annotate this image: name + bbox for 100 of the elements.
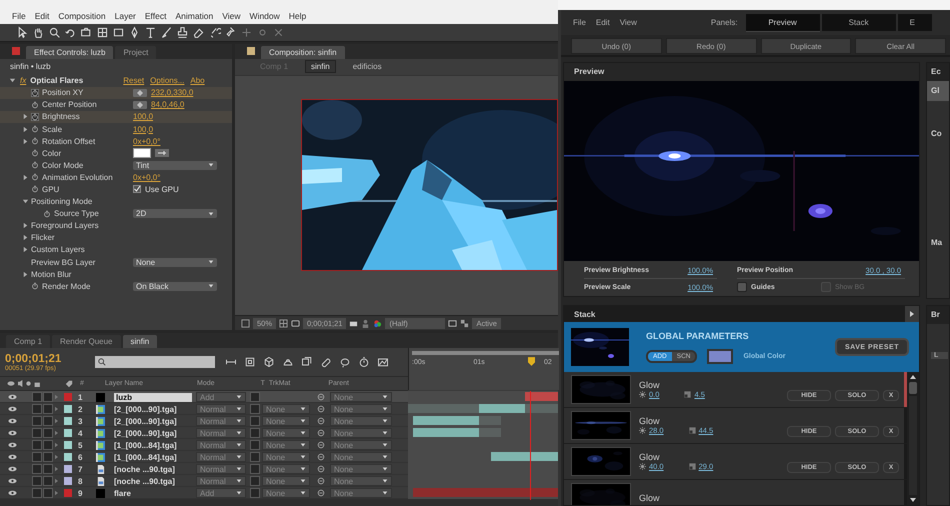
switch-box[interactable]	[32, 428, 42, 438]
layer-row[interactable]: 3 [2_[000...90].tga] Normal None None	[0, 415, 558, 428]
pick-whip-icon[interactable]	[317, 477, 325, 486]
switch-box[interactable]	[43, 476, 53, 486]
label-color[interactable]	[64, 477, 72, 486]
eye-icon[interactable]	[8, 430, 17, 436]
pick-whip-icon[interactable]	[317, 453, 325, 462]
dropdown[interactable]: 2D	[133, 209, 217, 218]
switch-box[interactable]	[43, 404, 53, 414]
layer-row[interactable]: 1 luzb Add None	[0, 391, 558, 404]
effect-link[interactable]: Options...	[150, 76, 184, 86]
timeline-tab[interactable]: Comp 1	[6, 335, 50, 348]
layer-row[interactable]: 7 [noche ...90.tga] Normal None None	[0, 463, 558, 476]
text-tool-icon[interactable]	[144, 26, 157, 39]
pick-whip-icon[interactable]	[317, 405, 325, 414]
eye-icon[interactable]	[8, 478, 17, 484]
label-color[interactable]	[64, 453, 72, 462]
property-value[interactable]: 84,0,46,0	[151, 100, 184, 110]
panel-tab[interactable]: Preview	[746, 14, 820, 32]
color-swatch[interactable]	[133, 148, 151, 158]
switch-box[interactable]	[32, 440, 42, 450]
label-color[interactable]	[64, 441, 72, 450]
layer-duration-bar[interactable]	[478, 428, 501, 438]
panel-tab[interactable]: Composition: sinfin	[261, 46, 345, 59]
pick-whip-icon[interactable]	[317, 417, 325, 426]
menu-item[interactable]: View	[222, 10, 241, 21]
property-value[interactable]: 0x+0,0°	[133, 136, 160, 146]
stamp-icon[interactable]	[176, 26, 189, 39]
twirl-triangle-icon[interactable]	[22, 246, 29, 254]
layer-row[interactable]: 5 [1_[000...84].tga] Normal None None	[0, 439, 558, 452]
pick-whip-icon[interactable]	[317, 441, 325, 450]
dropdown[interactable]: Tint	[133, 160, 217, 170]
brush-icon[interactable]	[160, 26, 173, 39]
transparency-grid-icon[interactable]	[460, 318, 470, 328]
switch-box[interactable]	[43, 416, 53, 426]
menu-item[interactable]: File	[12, 10, 26, 21]
selection-arrow-icon[interactable]	[16, 26, 29, 39]
panel-tab[interactable]: Project	[115, 46, 156, 59]
crosshair-button[interactable]	[133, 88, 147, 97]
label-color[interactable]	[64, 405, 72, 414]
twirl-triangle-icon[interactable]	[22, 138, 29, 145]
graph-editor-icon[interactable]	[377, 356, 389, 368]
eye-icon[interactable]	[8, 394, 17, 400]
layer-duration-bar[interactable]	[478, 404, 525, 414]
dropdown[interactable]: None	[133, 258, 217, 267]
scroll-thumb[interactable]	[909, 382, 917, 394]
switch-box[interactable]	[43, 464, 53, 474]
scroll-up-icon[interactable]	[909, 374, 917, 380]
menu-item[interactable]: Window	[250, 10, 280, 21]
checkbox[interactable]	[133, 185, 141, 194]
layer-duration-bar[interactable]	[412, 416, 478, 426]
eye-icon[interactable]	[8, 406, 17, 412]
region-icon[interactable]	[448, 318, 458, 328]
switch-box[interactable]	[32, 452, 42, 462]
stopwatch-icon[interactable]	[31, 137, 39, 146]
property-value[interactable]: 100,0	[133, 112, 154, 122]
pick-whip-icon[interactable]	[317, 429, 325, 438]
label-color[interactable]	[64, 417, 72, 426]
channels-icon[interactable]	[373, 318, 382, 328]
switch-box[interactable]	[43, 452, 53, 462]
stopwatch-icon[interactable]	[43, 210, 51, 218]
menu-item[interactable]: Layer	[114, 10, 136, 21]
effect-link[interactable]: Reset	[123, 76, 144, 86]
layer-name[interactable]: luzb	[114, 392, 192, 402]
switch-box[interactable]	[32, 416, 42, 426]
rectangle-icon[interactable]	[112, 26, 125, 39]
panel-tab[interactable]: Stack	[822, 14, 896, 31]
stopwatch-icon[interactable]	[358, 356, 370, 368]
stopwatch-icon[interactable]	[31, 185, 39, 194]
twirl-triangle-icon[interactable]	[22, 113, 29, 120]
twirl-triangle-icon[interactable]	[22, 234, 29, 242]
hand-icon[interactable]	[32, 26, 45, 39]
twirl-triangle-icon[interactable]	[22, 270, 29, 278]
layer-duration-bar[interactable]	[412, 428, 478, 438]
switch-box[interactable]	[32, 488, 42, 498]
menu-item[interactable]: Edit	[596, 18, 610, 27]
stopwatch-icon[interactable]	[31, 100, 39, 109]
stopwatch-icon[interactable]	[31, 161, 39, 170]
twirl-triangle-icon[interactable]	[22, 126, 29, 133]
eye-icon[interactable]	[8, 454, 17, 460]
timeline-tab[interactable]: Render Queue	[52, 335, 120, 348]
pick-whip-icon[interactable]	[317, 465, 325, 474]
color-swatch[interactable]	[707, 348, 734, 364]
switch-box[interactable]	[43, 428, 53, 438]
scrollbar[interactable]	[907, 372, 919, 505]
layer-row[interactable]: 2 [2_[000...90].tga] Normal None None	[0, 403, 558, 416]
frame-blend-icon[interactable]	[301, 356, 313, 368]
label-color[interactable]	[64, 393, 72, 402]
eye-icon[interactable]	[8, 418, 17, 424]
twirl-triangle-icon[interactable]	[9, 77, 16, 84]
property-value[interactable]: 100,0	[133, 124, 154, 134]
stopwatch-icon[interactable]	[31, 112, 39, 121]
switch-box[interactable]	[43, 392, 53, 402]
layer-row[interactable]: 8 [noche ...90.tga] Normal None None	[0, 475, 558, 488]
layer-duration-bar[interactable]	[478, 416, 501, 426]
layer-duration-bar[interactable]	[490, 452, 558, 462]
panel-tab[interactable]: Effect Controls: luzb	[26, 46, 114, 59]
eraser-icon[interactable]	[192, 26, 205, 39]
layer-row[interactable]: 4 [2_[000...90].tga] Normal None None	[0, 427, 558, 440]
stopwatch-icon[interactable]	[31, 149, 39, 158]
